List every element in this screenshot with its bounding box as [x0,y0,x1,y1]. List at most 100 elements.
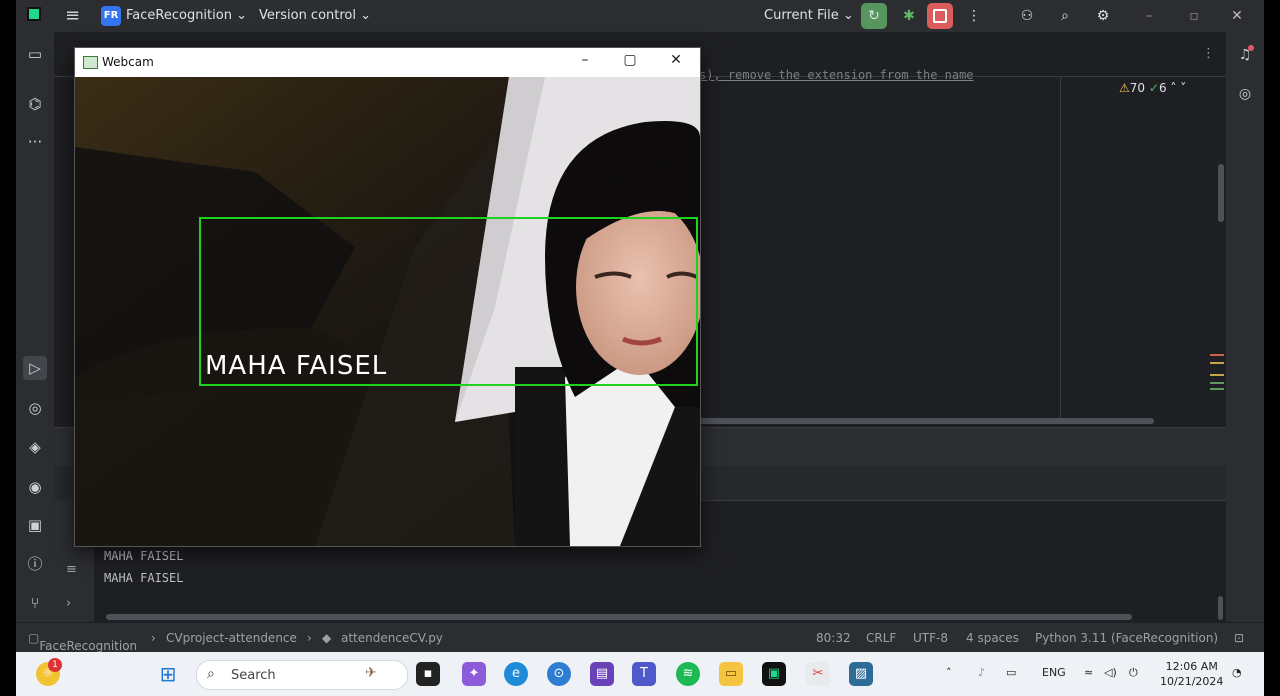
lock-icon[interactable]: ⊡ [1234,631,1244,645]
webcam-window-title: Webcam [102,55,154,69]
more-actions-button[interactable]: ⋮ [961,3,987,29]
search-icon: ⌕ [207,666,215,682]
close-window-button[interactable]: ✕ [1224,3,1250,29]
python-packages-icon[interactable]: ◎ [23,396,47,420]
console-vertical-scrollbar[interactable] [1218,596,1223,620]
right-tool-stripe: ♫ ◎ [1226,32,1264,622]
file-explorer-icon[interactable]: ▭ [719,662,743,686]
breadcrumb-project[interactable]: ▢ FaceRecognition [28,631,137,653]
webcam-taskbar-icon[interactable]: ▨ [849,662,873,686]
breadcrumb-file[interactable]: attendenceCV.py [341,631,443,645]
inspection-widget[interactable]: ⚠70 ✓6 ˄ ˅ [1119,81,1186,95]
clock-date: 10/21/2024 [1160,675,1224,688]
chevron-down-icon: ⌄ [236,8,247,23]
indent-setting[interactable]: 4 spaces [966,631,1019,645]
chevron-right-icon[interactable]: › [66,596,71,611]
run-configuration-selector[interactable]: Current File ⌄ [764,8,854,23]
python-file-icon: ◆ [322,631,332,645]
start-button-icon[interactable]: ⊞ [156,662,180,686]
search-placeholder: Search [231,668,276,683]
left-tool-stripe: ▭ ⌬ ··· ▷ ◎ ◈ ◉ ▣ ⓘ ⑂ [16,32,55,622]
battery-icon[interactable]: ▭ [1006,666,1016,679]
code-comment-line: s), remove the extension from the name [699,68,974,82]
project-folder-icon[interactable]: ▭ [23,42,47,66]
power-icon[interactable]: ⏻ [1129,666,1138,680]
run-tool-icon[interactable]: ▷ [23,356,47,380]
ai-assistant-icon[interactable]: ◎ [1233,82,1257,106]
file-encoding[interactable]: UTF-8 [913,631,948,645]
maximize-window-button[interactable]: ▫ [1181,3,1207,29]
minimize-window-button[interactable]: – [1136,3,1162,29]
copilot-icon[interactable]: ✦ [462,662,486,686]
notification-center-icon[interactable]: ◔ [1232,666,1242,679]
teams-icon[interactable]: T [632,662,656,686]
editor-vertical-scrollbar[interactable] [1218,164,1224,222]
restore-icon: ▫ [1189,8,1199,24]
console-output-line: MAHA FAISEL [104,571,184,585]
more-vertical-icon: ⋮ [967,8,981,24]
task-view-icon[interactable]: ▪ [416,662,440,686]
more-tools-icon[interactable]: ··· [23,130,47,154]
warning-stripe-mark[interactable] [1210,374,1224,376]
close-icon: ✕ [1231,8,1243,24]
app-icon[interactable]: ⊙ [547,662,571,686]
webcam-minimize-button[interactable]: – [570,52,600,68]
show-hidden-icons[interactable]: ˄ [946,666,952,679]
chevron-down-icon[interactable]: ˅ [1180,81,1186,95]
minimize-icon: – [1145,8,1153,24]
taskbar-clock[interactable]: 12:06 AM 10/21/2024 [1160,659,1223,689]
breadcrumb-folder[interactable]: CVproject-attendence [166,631,297,645]
language-indicator[interactable]: ENG [1042,666,1066,679]
project-selector[interactable]: FaceRecognition ⌄ [126,8,247,23]
version-control-label: Version control [259,8,356,23]
change-stripe-mark[interactable] [1210,388,1224,390]
mic-icon[interactable]: ♪ [978,666,985,679]
webcam-maximize-button[interactable]: ▢ [615,52,645,68]
notification-dot [1248,45,1254,51]
main-menu-icon[interactable]: ≡ [65,5,80,26]
code-with-me-button[interactable]: ⚇ [1014,3,1040,29]
editor-horizontal-scrollbar[interactable] [698,418,1154,424]
git-icon[interactable]: ⑂ [23,591,47,615]
bug-icon: ✱ [903,8,915,24]
line-separator[interactable]: CRLF [866,631,896,645]
video-app-icon[interactable]: ▤ [590,662,614,686]
pycharm-taskbar-icon[interactable]: ▣ [762,662,786,686]
change-stripe-mark[interactable] [1210,382,1224,384]
python-interpreter[interactable]: Python 3.11 (FaceRecognition) [1035,631,1218,645]
rerun-button[interactable]: ↻ [861,3,887,29]
wifi-icon[interactable]: ≈ [1084,666,1093,679]
webcam-close-button[interactable]: ✕ [661,52,691,68]
structure-icon[interactable]: ⌬ [23,92,47,116]
breadcrumb-separator-icon: › [151,631,156,645]
console-horizontal-scrollbar[interactable] [106,614,1132,620]
snipping-tool-icon[interactable]: ✂ [806,662,830,686]
notification-badge: 1 [48,658,62,672]
gear-icon: ⚙ [1096,8,1110,24]
version-control-menu[interactable]: Version control ⌄ [259,8,371,23]
problems-icon[interactable]: ⓘ [23,552,47,576]
warning-icon: ⚠ [1119,81,1130,95]
notifications-icon[interactable]: ♫ [1233,43,1257,67]
editor-more-icon[interactable]: ⋮ [1202,46,1215,61]
spotify-icon[interactable]: ≋ [676,662,700,686]
clock-time: 12:06 AM [1165,660,1218,673]
error-stripe-mark[interactable] [1210,354,1224,356]
terminal-icon[interactable]: ▣ [23,513,47,537]
search-everywhere-button[interactable]: ⌕ [1052,3,1078,29]
volume-icon[interactable]: ◁) [1104,666,1117,679]
stop-button[interactable] [927,3,953,29]
layers-icon[interactable]: ◈ [23,435,47,459]
soft-wrap-icon[interactable]: ≡ [66,562,77,577]
chevron-up-icon[interactable]: ˄ [1170,81,1176,95]
services-icon[interactable]: ◉ [23,475,47,499]
caret-position[interactable]: 80:32 [816,631,851,645]
settings-button[interactable]: ⚙ [1090,3,1116,29]
breadcrumb-separator-icon: › [307,631,312,645]
debug-button[interactable]: ✱ [896,3,922,29]
chevron-down-icon: ⌄ [360,8,372,23]
warning-stripe-mark[interactable] [1210,362,1224,364]
taskbar-search[interactable]: ⌕ Search ✈ [196,660,408,690]
project-badge[interactable]: FR [101,6,121,26]
edge-browser-icon[interactable]: e [504,662,528,686]
